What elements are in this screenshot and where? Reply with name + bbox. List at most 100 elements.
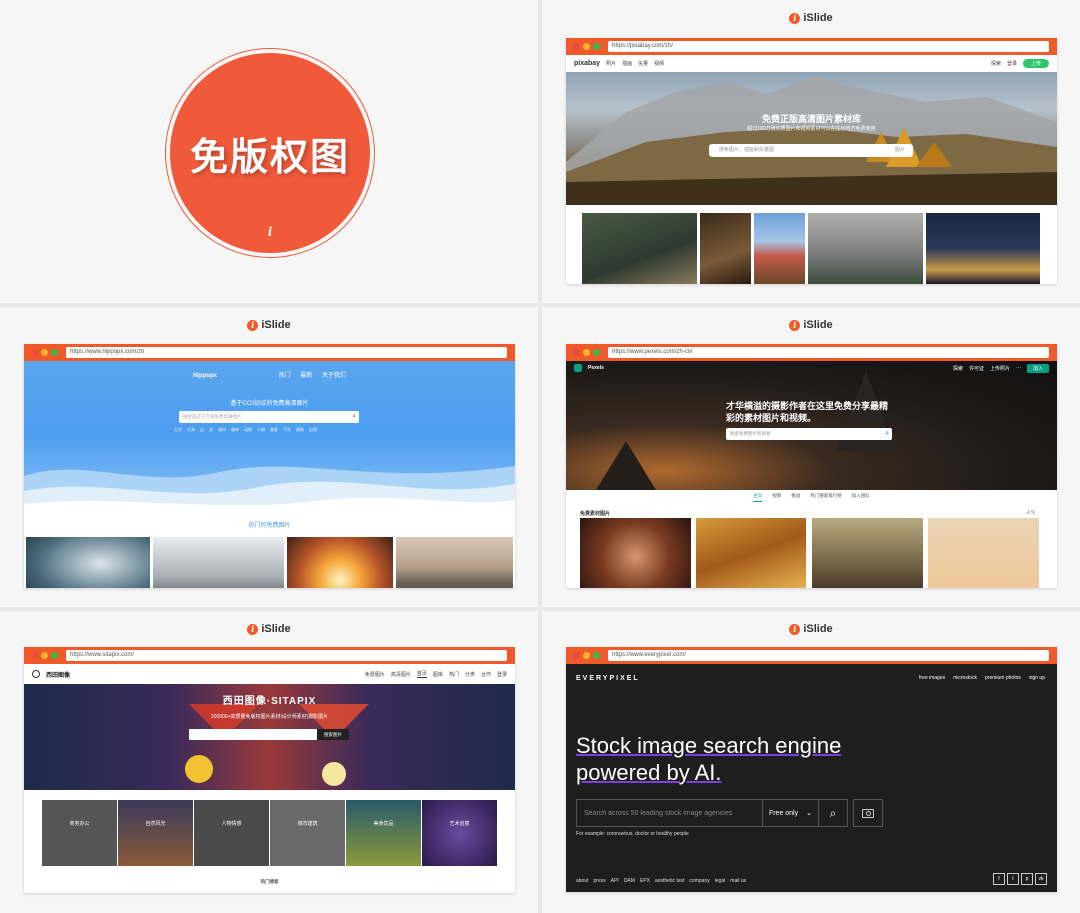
photo-misty-trees[interactable] [153,537,284,588]
photo-coffee[interactable] [582,213,697,284]
nav-item[interactable]: 登录 [497,671,507,678]
tab-home[interactable]: 主页 [753,493,763,502]
facebook-icon[interactable]: f [993,873,1005,885]
nav-item[interactable]: 登录 [1007,60,1017,67]
photo-portrait[interactable] [580,518,691,588]
close-dot[interactable] [573,43,580,50]
address-bar[interactable]: https://pixabay.com/zh/ [608,41,1049,52]
tag[interactable]: 森林 [231,427,239,433]
photo-storm-clouds[interactable] [26,537,150,588]
nav-item[interactable]: 分类 [465,671,475,678]
footer-link[interactable]: EPX [640,878,650,884]
tab-join-team[interactable]: 加入团队 [852,493,870,502]
photo-sunset-silhouette[interactable] [287,537,393,588]
category-card[interactable]: 自然风光 [118,800,193,866]
tag[interactable]: 天空 [174,427,182,433]
tag[interactable]: 美食 [270,427,278,433]
tag[interactable]: 山 [200,427,204,433]
close-dot[interactable] [31,652,38,659]
category-card[interactable]: 美食饮品 [346,800,421,866]
nav-item[interactable]: 免费图片 [365,671,385,678]
maximize-dot[interactable] [593,652,600,659]
maximize-dot[interactable] [593,43,600,50]
tag[interactable]: 花 [209,427,213,433]
nav-item[interactable]: 插画 [622,60,632,67]
search-input[interactable]: Search across 50 leading stock image age… [577,810,762,817]
search-input[interactable]: 搜索免费图片和视频 [730,431,771,436]
photo-lake[interactable] [754,213,805,284]
search-icon[interactable]: ⌕ [352,411,356,423]
nav-item[interactable]: 图库 [433,671,443,678]
photo-guitar[interactable] [700,213,751,284]
nav-item[interactable]: 矢量 [638,60,648,67]
tab-trending[interactable]: 热门搜索排行榜 [810,493,842,502]
search-box[interactable]: 搜索免费图片和视频 ⌕ [726,428,892,440]
sort-select[interactable]: 人气 [1026,510,1035,516]
tag[interactable]: 自然 [309,427,317,433]
tag[interactable]: 建筑 [296,427,304,433]
nav-item[interactable]: 最新 [300,373,312,379]
search-icon[interactable]: ⌕ [818,800,847,826]
nav-premium-photos[interactable]: premium photos [985,675,1021,681]
tab-challenges[interactable]: 挑战 [791,493,800,502]
search-button[interactable]: 搜索图片 [317,729,349,740]
category-card[interactable]: 城市建筑 [270,800,345,866]
sitapix-logo[interactable]: 西田图像 [46,670,70,679]
search-box[interactable]: 搜索图片 [189,729,349,740]
nav-free-images[interactable]: free images [919,675,945,681]
pinterest-icon[interactable]: p [1021,873,1033,885]
address-bar[interactable]: https://www.pexels.com/zh-cn/ [608,347,1049,358]
nav-item[interactable]: 首页 [416,670,427,678]
photo-sky-plane[interactable] [928,518,1039,588]
photo-road[interactable] [396,537,513,588]
tag[interactable]: 人物 [257,427,265,433]
maximize-dot[interactable] [51,349,58,356]
category-card[interactable]: 人物情感 [194,800,269,866]
minimize-dot[interactable] [41,652,48,659]
nav-item[interactable]: 照片 [606,60,616,67]
search-scope-select[interactable]: 图片 [895,144,905,157]
search-box[interactable]: 搜索图片、插画和矢量图 图片 [709,144,913,157]
footer-link[interactable]: mail us [730,878,746,884]
nav-item[interactable]: 探索 [991,60,1001,67]
upload-button[interactable]: 上传 [1022,59,1049,68]
nav-item[interactable]: 热门 [449,671,459,678]
minimize-dot[interactable] [583,349,590,356]
tag[interactable]: 动物 [244,427,252,433]
nav-microstock[interactable]: microstock [953,675,977,681]
photo-forest-fog[interactable] [808,213,923,284]
footer-link[interactable]: aesthetic test [655,878,684,884]
sitapix-logo-icon[interactable] [32,670,40,678]
nav-item[interactable]: 高清图片 [391,671,411,678]
footer-link[interactable]: legal [715,878,726,884]
tag[interactable]: 城市 [218,427,226,433]
hippopx-logo[interactable]: Hippopx [193,373,217,379]
footer-link[interactable]: DAM [624,878,635,884]
address-bar[interactable]: https://www.sitapix.com/ [66,650,507,661]
footer-link[interactable]: company [689,878,709,884]
address-bar[interactable]: https://www.everypixel.com/ [608,650,1049,661]
nav-item[interactable]: 合作 [481,671,491,678]
footer-link[interactable]: press [594,878,606,884]
vk-icon[interactable]: vk [1035,873,1047,885]
search-box[interactable]: Search across 50 leading stock image age… [576,799,848,827]
search-input[interactable]: 搜索超过千万张免费高清图片 [183,414,242,419]
search-box[interactable]: 搜索超过千万张免费高清图片 ⌕ [179,411,359,423]
nav-item[interactable]: 关于我们 [322,373,346,379]
twitter-icon[interactable]: t [1007,873,1019,885]
close-dot[interactable] [573,652,580,659]
footer-link[interactable]: API [611,878,619,884]
nav-item[interactable]: 热门 [279,373,291,379]
tag[interactable]: 汽车 [283,427,291,433]
category-card[interactable]: 艺术创意 [422,800,497,866]
minimize-dot[interactable] [583,652,590,659]
tag[interactable]: 大海 [187,427,195,433]
nav-sign-up[interactable]: sign up [1029,675,1045,681]
minimize-dot[interactable] [583,43,590,50]
free-only-select[interactable]: Free only ⌄ [761,800,818,826]
close-dot[interactable] [31,349,38,356]
photo-autumn-leaves[interactable] [696,518,806,588]
category-card[interactable]: 商务办公 [42,800,117,866]
photo-architecture[interactable] [812,518,923,588]
camera-search-button[interactable] [853,799,883,827]
